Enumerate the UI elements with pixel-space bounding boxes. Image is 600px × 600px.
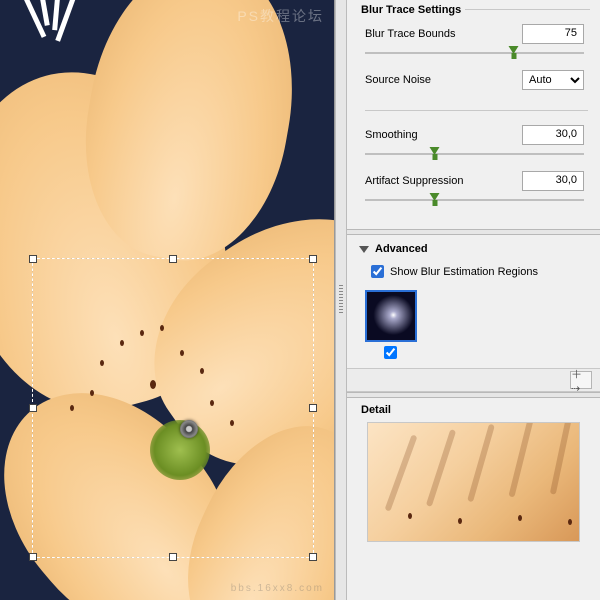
watermark-top: PS教程论坛 [237,6,324,26]
smoothing-value[interactable]: 30,0 [522,125,584,145]
blur-trace-enable-checkbox[interactable] [384,346,397,359]
grip-icon [339,285,343,315]
source-noise-select[interactable]: Auto [522,70,584,90]
resize-handle-tm[interactable] [169,255,177,263]
resize-handle-tr[interactable] [309,255,317,263]
slider-thumb[interactable] [430,193,441,207]
blur-trace-thumbnail[interactable] [365,290,417,342]
blur-estimation-region[interactable] [32,258,314,558]
advanced-heading: Advanced [375,243,428,255]
smoothing-slider[interactable] [365,147,584,161]
disclosure-triangle-icon [359,246,369,253]
add-region-icon: ＋⇢ [571,366,591,395]
image-canvas[interactable]: PS教程论坛 bbs.16xx8.com [0,0,335,600]
blur-trace-bounds-value[interactable]: 75 [522,24,584,44]
detail-heading: Detail [357,404,395,416]
watermark-bottom: bbs.16xx8.com [231,583,324,594]
blur-trace-bounds-label: Blur Trace Bounds [365,28,522,40]
resize-handle-bl[interactable] [29,553,37,561]
slider-thumb[interactable] [430,147,441,161]
resize-handle-tl[interactable] [29,255,37,263]
pane-splitter[interactable] [335,0,347,600]
source-noise-label: Source Noise [365,74,522,86]
resize-handle-bm[interactable] [169,553,177,561]
artifact-suppression-value[interactable]: 30,0 [522,171,584,191]
artifact-suppression-slider[interactable] [365,193,584,207]
blur-trace-pin[interactable] [180,420,198,438]
detail-preview[interactable] [367,422,580,542]
blur-trace-settings-heading: Blur Trace Settings [357,4,465,16]
resize-handle-br[interactable] [309,553,317,561]
smoothing-label: Smoothing [365,129,522,141]
add-region-button[interactable]: ＋⇢ [570,371,592,389]
show-blur-regions-label: Show Blur Estimation Regions [390,266,538,278]
blur-trace-bounds-slider[interactable] [365,46,584,60]
resize-handle-mr[interactable] [309,404,317,412]
advanced-section-header[interactable]: Advanced [347,235,600,261]
resize-handle-ml[interactable] [29,404,37,412]
slider-thumb[interactable] [508,46,519,60]
settings-panel: Blur Trace Settings Blur Trace Bounds 75… [347,0,600,600]
artifact-suppression-label: Artifact Suppression [365,175,522,187]
show-blur-regions-checkbox[interactable] [371,265,384,278]
